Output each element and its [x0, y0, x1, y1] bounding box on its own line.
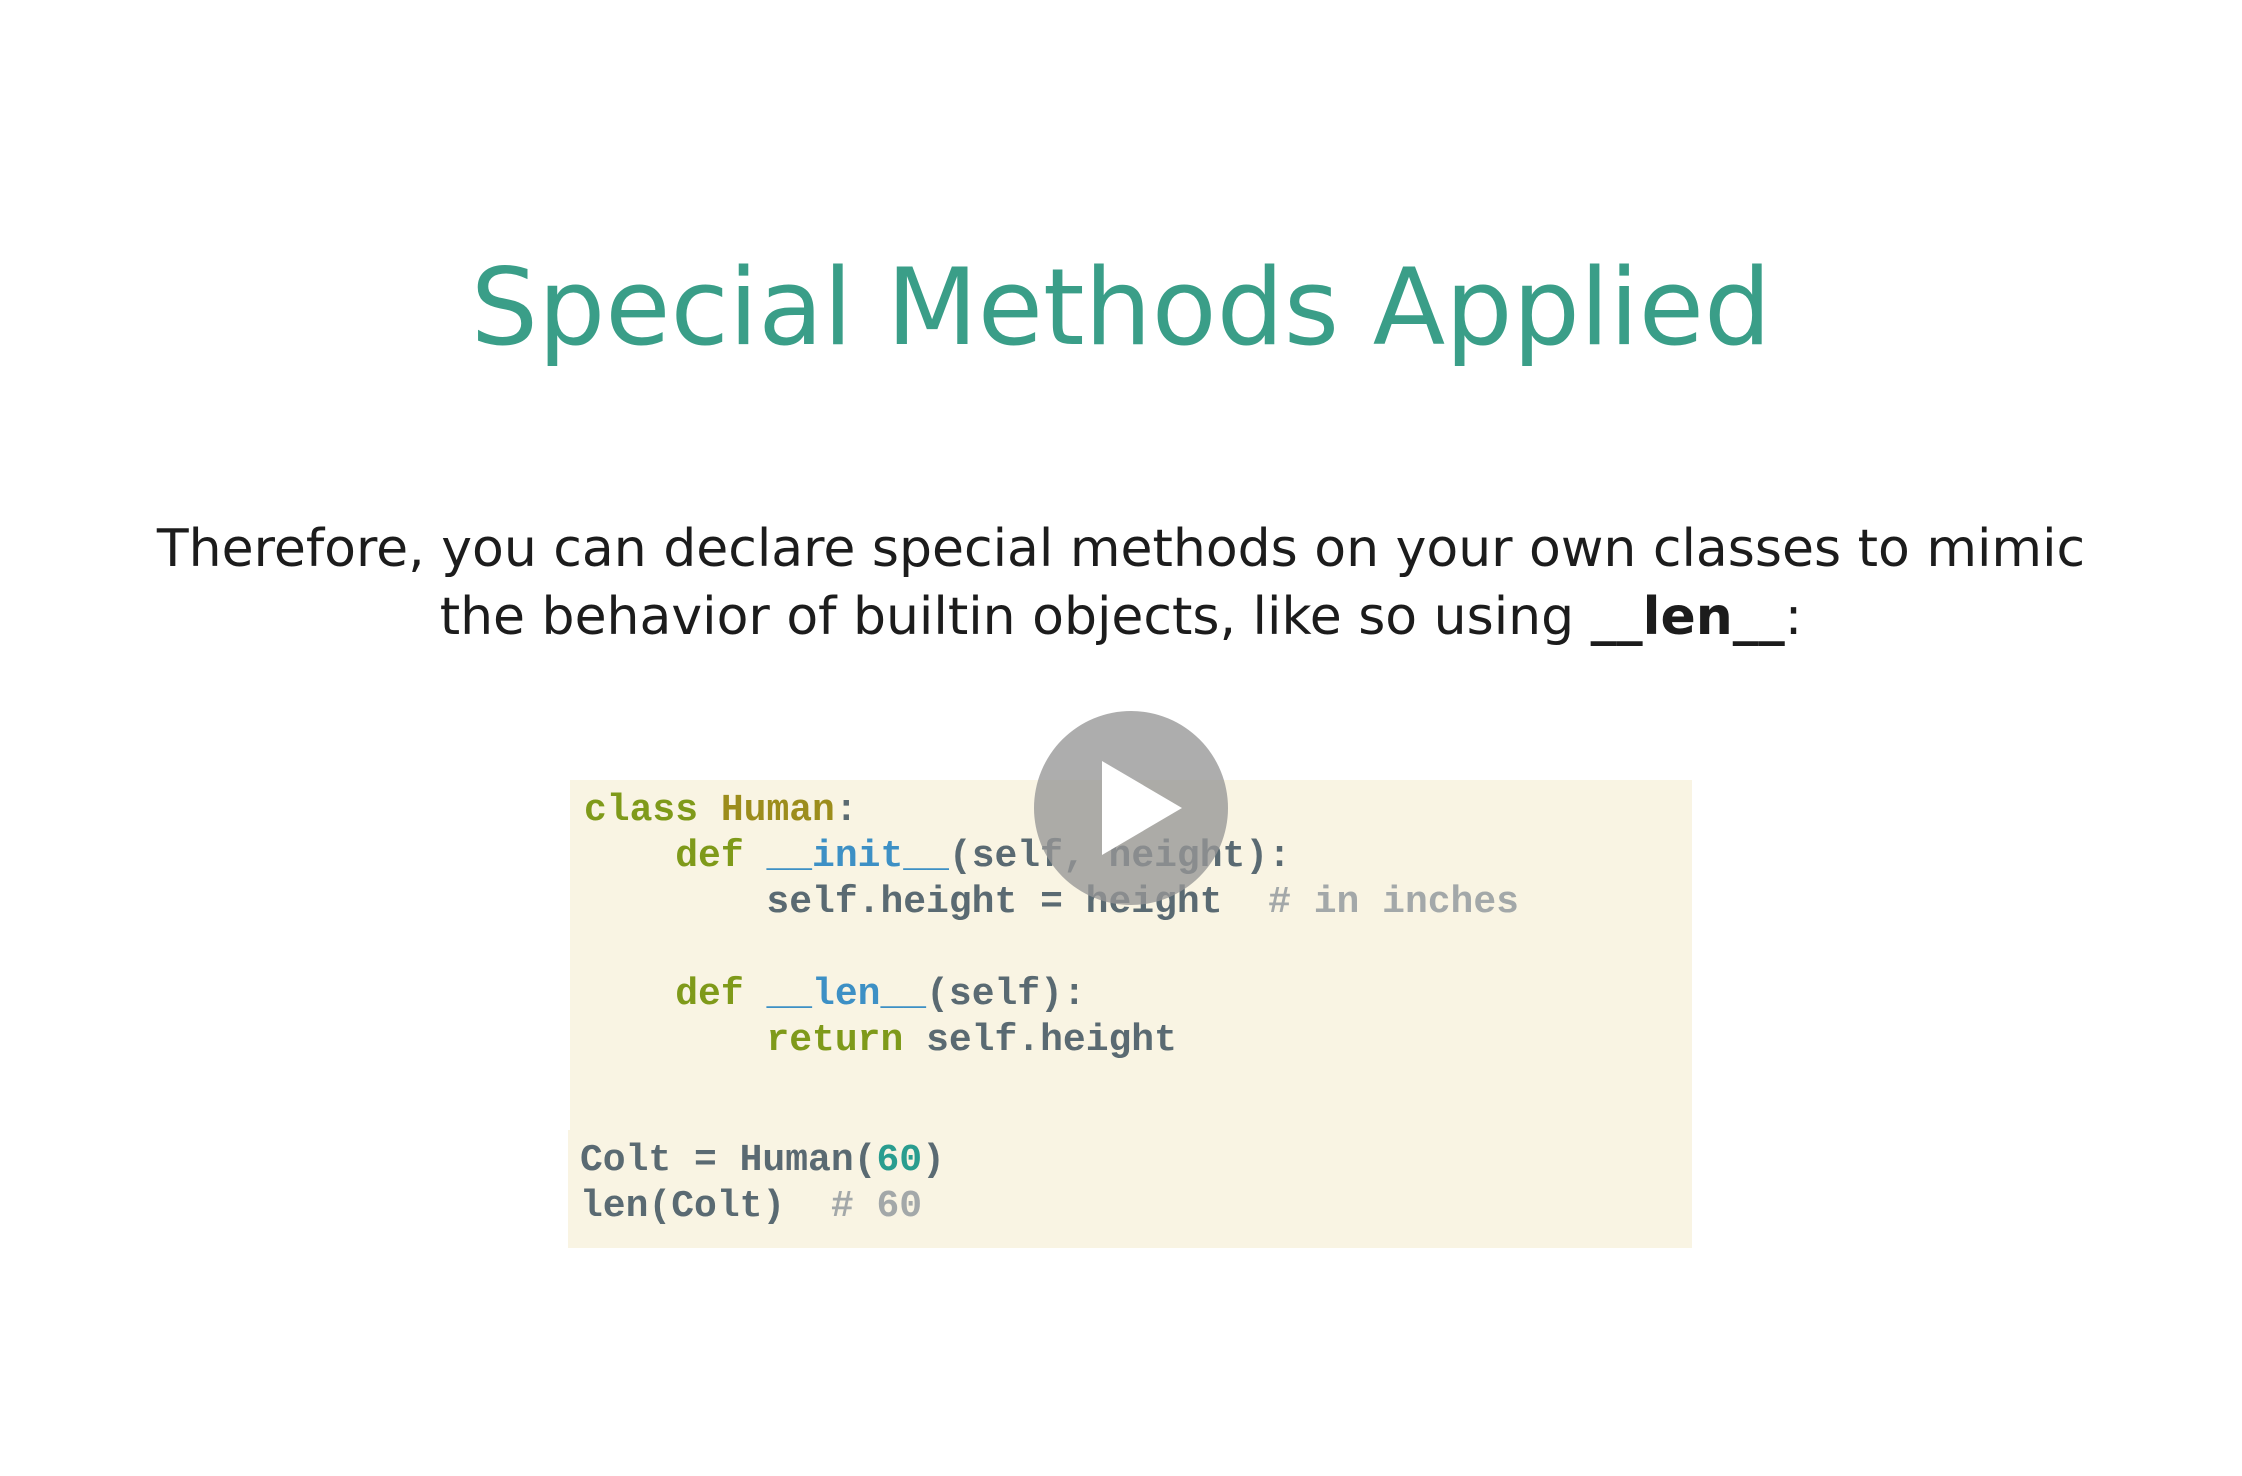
- code-number: 60: [876, 1139, 923, 1182]
- code-comment: # in inches: [1268, 881, 1519, 924]
- code-function-name: __init__: [766, 835, 949, 878]
- code-text: :: [834, 789, 858, 832]
- intro-keyword: __len__: [1590, 587, 1785, 647]
- code-line-len-body: return self.height: [584, 1018, 1177, 1064]
- code-line-class: class Human:: [584, 788, 858, 834]
- video-play-button[interactable]: [1034, 711, 1228, 905]
- play-icon: [1102, 761, 1182, 855]
- intro-end: :: [1784, 587, 1803, 647]
- code-line-len-call: len(Colt) # 60: [580, 1184, 922, 1230]
- code-line-init-body: self.height = height # in inches: [584, 880, 1519, 926]
- code-comment: # 60: [830, 1185, 923, 1228]
- code-text: ): [922, 1139, 945, 1182]
- code-class-name: Human: [720, 789, 835, 832]
- code-line-len-def: def __len__(self):: [584, 972, 1086, 1018]
- code-line-instance: Colt = Human(60): [580, 1138, 945, 1184]
- code-keyword: def: [675, 973, 744, 1016]
- code-block-usage: Colt = Human(60) len(Colt) # 60: [568, 1130, 1692, 1248]
- slide-title: Special Methods Applied: [470, 246, 1772, 369]
- code-text: (self):: [926, 973, 1086, 1016]
- code-text: self.height: [903, 1019, 1177, 1062]
- code-keyword: return: [766, 1019, 904, 1062]
- intro-line-2: the behavior of builtin objects, like so…: [439, 587, 1591, 647]
- code-keyword: def: [675, 835, 744, 878]
- code-function-name: __len__: [766, 973, 927, 1016]
- code-text: Colt = Human(: [580, 1139, 877, 1182]
- intro-line-1: Therefore, you can declare special metho…: [156, 519, 2086, 579]
- slide-intro-text: Therefore, you can declare special metho…: [60, 515, 2182, 651]
- code-text: len(Colt): [580, 1185, 831, 1228]
- code-keyword: class: [584, 789, 699, 832]
